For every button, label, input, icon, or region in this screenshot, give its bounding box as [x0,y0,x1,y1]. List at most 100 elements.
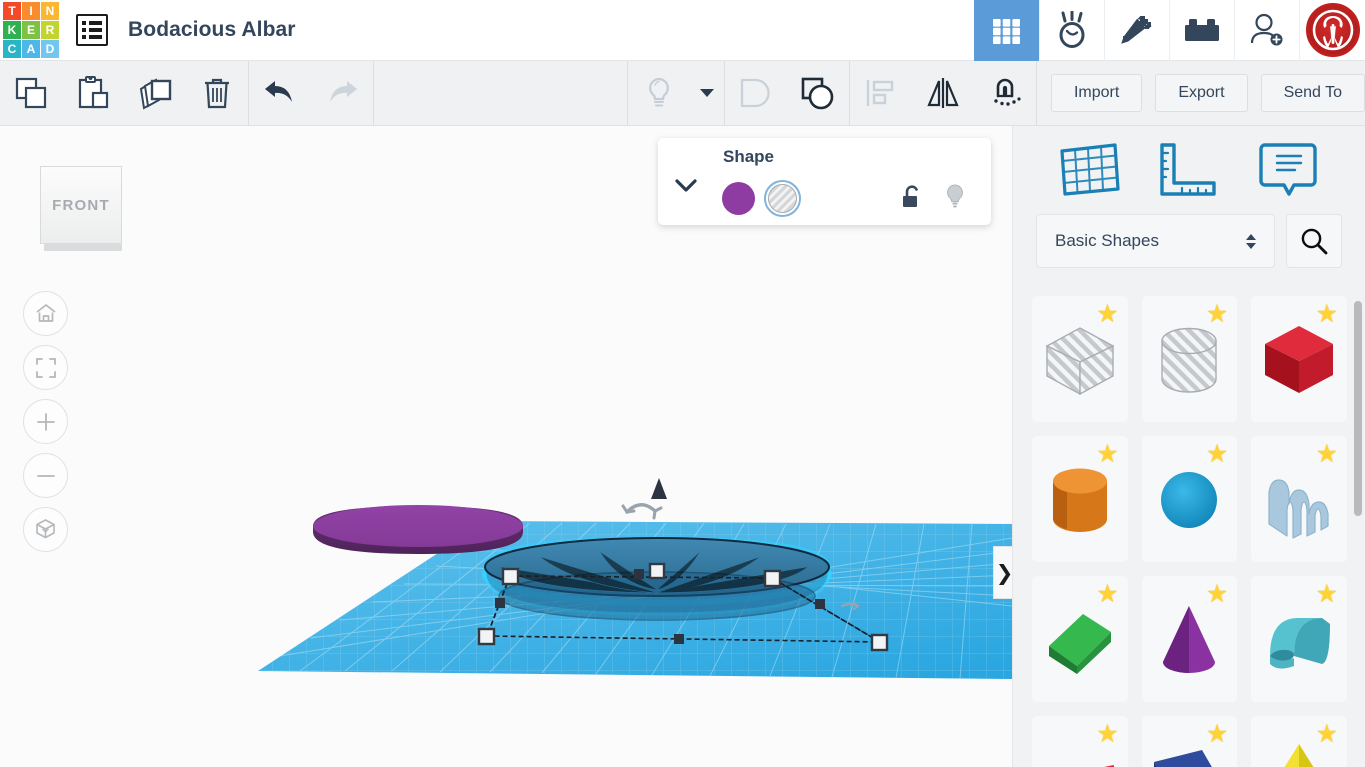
shape-cylinder[interactable]: ★ [1032,436,1128,562]
page-title: Bodacious Albar [128,18,296,41]
top-bar-right [974,0,1365,61]
favorite-star-icon[interactable]: ★ [1316,441,1338,466]
undo-icon[interactable] [249,61,311,126]
lightbulb-icon[interactable] [944,183,966,216]
group-icon[interactable] [725,61,787,126]
unlock-icon[interactable] [900,184,924,216]
search-icon[interactable] [1286,214,1342,268]
main-toolbar: Import Export Send To [0,60,1365,126]
paste-icon[interactable] [62,61,124,126]
shape-roof[interactable]: ★ [1251,576,1347,702]
viewport-nav-buttons [23,291,68,552]
align-icon[interactable] [850,61,912,126]
caret-down [1246,242,1256,249]
apps-grid-icon[interactable] [974,0,1039,61]
export-button[interactable]: Export [1155,74,1248,112]
shape-box[interactable]: ★ [1251,296,1347,422]
shape-library-select[interactable]: Basic Shapes [1036,214,1275,268]
redo-icon[interactable] [311,61,373,126]
zoom-out-icon[interactable] [23,453,68,498]
io-button-group: Import Export Send To [1050,74,1365,112]
favorite-star-icon[interactable]: ★ [1316,301,1338,326]
toolbar-history-group [249,61,373,126]
shape-panel-title: Shape [723,147,775,166]
view-cube-front-face[interactable]: FRONT [40,166,122,244]
copy-icon[interactable] [0,61,62,126]
pickaxe-minecraft-icon[interactable] [1104,0,1169,61]
fit-to-view-icon[interactable] [23,345,68,390]
lightbulb-icon[interactable] [628,61,690,126]
logo-letter: D [41,40,59,58]
solid-color-swatch[interactable] [722,182,755,215]
shape-wedge[interactable]: ★ [1032,576,1128,702]
favorite-star-icon[interactable]: ★ [1096,441,1118,466]
avatar [1305,3,1360,57]
resize-handle [870,633,889,652]
top-bar: T I N K E R C A D Bodacious Albar [0,0,1365,61]
duplicate-icon[interactable] [124,61,186,126]
tinkercad-logo[interactable]: T I N K E R C A D [3,2,59,58]
delete-trash-icon[interactable] [186,61,248,126]
home-view-icon[interactable] [23,291,68,336]
shape-library-value: Basic Shapes [1055,231,1159,250]
shape-cone[interactable]: ★ [1141,576,1238,702]
chevron-down-icon[interactable] [690,61,724,126]
shape-scribble[interactable]: ★ [1251,436,1347,562]
menu-line [82,35,102,39]
circuits-icon[interactable] [1039,0,1104,61]
shape-library-controls: Basic Shapes [1013,214,1365,268]
resize-handle [763,569,782,588]
shape-cylinder-hole[interactable]: ★ [1141,296,1238,422]
send-to-button[interactable]: Send To [1260,74,1365,112]
edge-handle [495,598,505,608]
view-cube-base [44,244,122,251]
shapes-grid: ★ ★ ★ ★ ★ ★ ★ ★ ★ ★ ★ ★ [1013,296,1365,767]
toolbar-transform-group [850,61,1036,126]
height-arrow-gizmo [651,478,667,499]
favorite-star-icon[interactable]: ★ [1316,581,1338,606]
spinner-arrows-icon [1246,233,1256,249]
shape-inspector-panel [658,138,991,225]
toolbar-divider [1035,60,1037,126]
magnet-snap-icon[interactable] [974,61,1036,126]
favorite-star-icon[interactable]: ★ [1096,581,1118,606]
logo-letter: C [3,40,21,58]
logo-letter: R [41,21,59,39]
perspective-toggle-icon[interactable] [23,507,68,552]
favorite-star-icon[interactable]: ★ [1206,581,1228,606]
hole-swatch[interactable] [764,180,801,217]
import-button[interactable]: Import [1050,74,1143,112]
toolbar-light-group [628,61,724,126]
shape-sphere[interactable]: ★ [1141,436,1238,562]
view-cube[interactable]: FRONT [36,164,128,264]
add-user-icon[interactable] [1234,0,1299,61]
workplane-icon[interactable] [1041,141,1140,199]
shape-box-hole[interactable]: ★ [1032,296,1128,422]
logo-letter: I [22,2,40,20]
shapes-panel-scrollbar[interactable] [1354,301,1362,516]
menu-line [82,28,102,32]
edge-handle [674,634,684,644]
ruler-icon[interactable] [1140,141,1239,199]
mirror-icon[interactable] [912,61,974,126]
favorite-star-icon[interactable]: ★ [1316,721,1338,746]
panel-expand-toggle[interactable]: ❯ [993,546,1012,599]
ungroup-icon[interactable] [787,61,849,126]
list-menu-icon[interactable] [76,14,108,46]
shape-text[interactable]: TEXT TEXT ★ [1032,716,1128,767]
rotate-gizmo [621,503,663,520]
user-avatar[interactable] [1299,0,1365,61]
favorite-star-icon[interactable]: ★ [1206,441,1228,466]
shape-pyramid[interactable]: ★ [1251,716,1347,767]
note-icon[interactable] [1238,141,1337,199]
panel-tab-icons [1013,126,1365,214]
lego-brick-icon[interactable] [1169,0,1234,61]
favorite-star-icon[interactable]: ★ [1096,721,1118,746]
favorite-star-icon[interactable]: ★ [1206,721,1228,746]
favorite-star-icon[interactable]: ★ [1096,301,1118,326]
shape-polygon[interactable]: ★ [1141,716,1238,767]
chevron-down-icon[interactable] [672,172,700,200]
zoom-in-icon[interactable] [23,399,68,444]
favorite-star-icon[interactable]: ★ [1206,301,1228,326]
